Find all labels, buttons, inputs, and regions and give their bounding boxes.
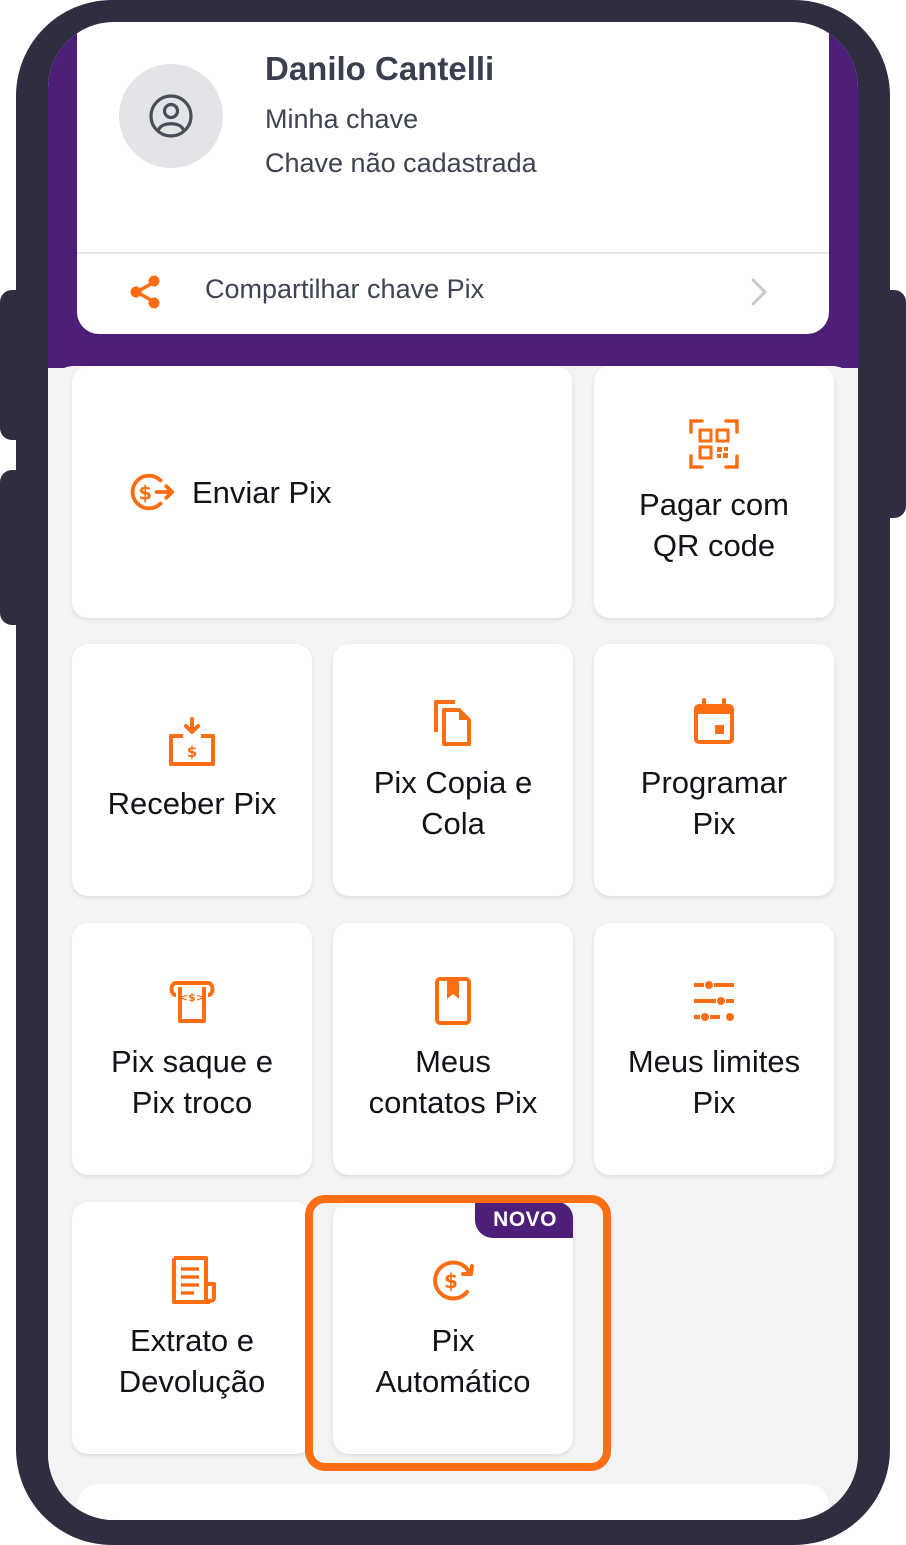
my-pix-limits-label-line1: Meus limites <box>627 1044 801 1079</box>
my-pix-contacts-label: Meus contatos Pix <box>369 1041 538 1123</box>
share-pix-key-row[interactable]: Compartilhar chave Pix <box>77 254 829 334</box>
pix-copy-paste-button[interactable]: Pix Copia e Cola <box>333 644 573 896</box>
qr-code-icon <box>689 419 739 469</box>
schedule-pix-label-line1: Programar <box>640 765 788 800</box>
pix-copy-paste-label-line1: Pix Copia e <box>373 765 533 800</box>
svg-text:$: $ <box>138 482 151 505</box>
avatar <box>119 64 223 168</box>
user-circle-icon <box>149 94 193 138</box>
pix-copy-paste-label: Pix Copia e Cola <box>374 762 533 844</box>
bottom-card <box>77 1484 829 1520</box>
pix-copy-paste-label-line2: Cola <box>421 806 485 841</box>
receive-money-icon: $ <box>169 716 215 766</box>
automatic-pix-label-line1: Pix <box>431 1323 475 1358</box>
pix-key-label: Minha chave <box>265 104 419 134</box>
schedule-pix-label-line2: Pix <box>692 806 736 841</box>
automatic-pix-button[interactable]: NOVO $ Pix Automático <box>333 1202 573 1454</box>
pay-qr-code-label-line2: QR code <box>652 528 776 563</box>
pay-qr-code-label: Pagar com QR code <box>639 484 789 566</box>
schedule-pix-button[interactable]: Programar Pix <box>594 644 834 896</box>
copy-icon <box>434 700 471 746</box>
receive-pix-button[interactable]: $ Receber Pix <box>72 644 312 896</box>
my-pix-contacts-button[interactable]: Meus contatos Pix <box>333 923 573 1175</box>
automatic-pix-label: Pix Automático <box>375 1320 530 1402</box>
pay-qr-code-button[interactable]: Pagar com QR code <box>594 366 834 618</box>
send-pix-label: Enviar Pix <box>192 474 332 510</box>
share-pix-key-label: Compartilhar chave Pix <box>205 274 485 304</box>
schedule-pix-label: Programar Pix <box>641 762 787 844</box>
my-pix-contacts-label-line2: contatos Pix <box>368 1085 538 1120</box>
svg-text:$: $ <box>444 1269 458 1293</box>
profile-name: Danilo Cantelli <box>265 50 495 87</box>
statement-refund-button[interactable]: Extrato e Devolução <box>72 1202 312 1454</box>
my-pix-contacts-label-line1: Meus <box>415 1044 491 1079</box>
statement-refund-label-line2: Devolução <box>118 1364 266 1399</box>
my-pix-limits-label-line2: Pix <box>692 1085 736 1120</box>
pix-withdraw-change-label-line2: Pix troco <box>131 1085 253 1120</box>
calendar-icon <box>694 698 734 744</box>
share-icon <box>130 275 160 309</box>
phone-screen: Danilo Cantelli Minha chave Chave não ca… <box>48 22 858 1520</box>
pix-key-status: Chave não cadastrada <box>265 148 537 178</box>
profile-card: Danilo Cantelli Minha chave Chave não ca… <box>77 22 829 334</box>
sliders-icon <box>694 981 734 1021</box>
pix-withdraw-change-label-line1: Pix saque e <box>111 1044 273 1079</box>
my-pix-limits-label: Meus limites Pix <box>628 1041 800 1123</box>
automatic-pix-label-line2: Automático <box>375 1364 531 1399</box>
send-money-icon: $ <box>130 473 174 511</box>
receive-pix-label: Receber Pix <box>107 785 277 821</box>
receipt-icon <box>172 1256 216 1304</box>
svg-text:<$>: <$> <box>179 991 205 1004</box>
pix-withdraw-change-button[interactable]: <$> Pix saque e Pix troco <box>72 923 312 1175</box>
statement-refund-label: Extrato e Devolução <box>119 1320 265 1402</box>
pay-qr-code-label-line1: Pagar com <box>639 487 789 522</box>
pix-withdraw-change-label: Pix saque e Pix troco <box>111 1041 273 1123</box>
statement-refund-label-line1: Extrato e <box>129 1323 255 1358</box>
chevron-right-icon <box>751 278 767 306</box>
svg-text:$: $ <box>187 743 197 761</box>
contacts-book-icon <box>435 977 471 1025</box>
new-badge: NOVO <box>475 1202 573 1238</box>
cash-withdraw-icon: <$> <box>169 981 215 1023</box>
send-pix-button[interactable]: $ Enviar Pix <box>72 366 572 618</box>
auto-payment-icon: $ <box>433 1260 474 1301</box>
my-pix-limits-button[interactable]: Meus limites Pix <box>594 923 834 1175</box>
